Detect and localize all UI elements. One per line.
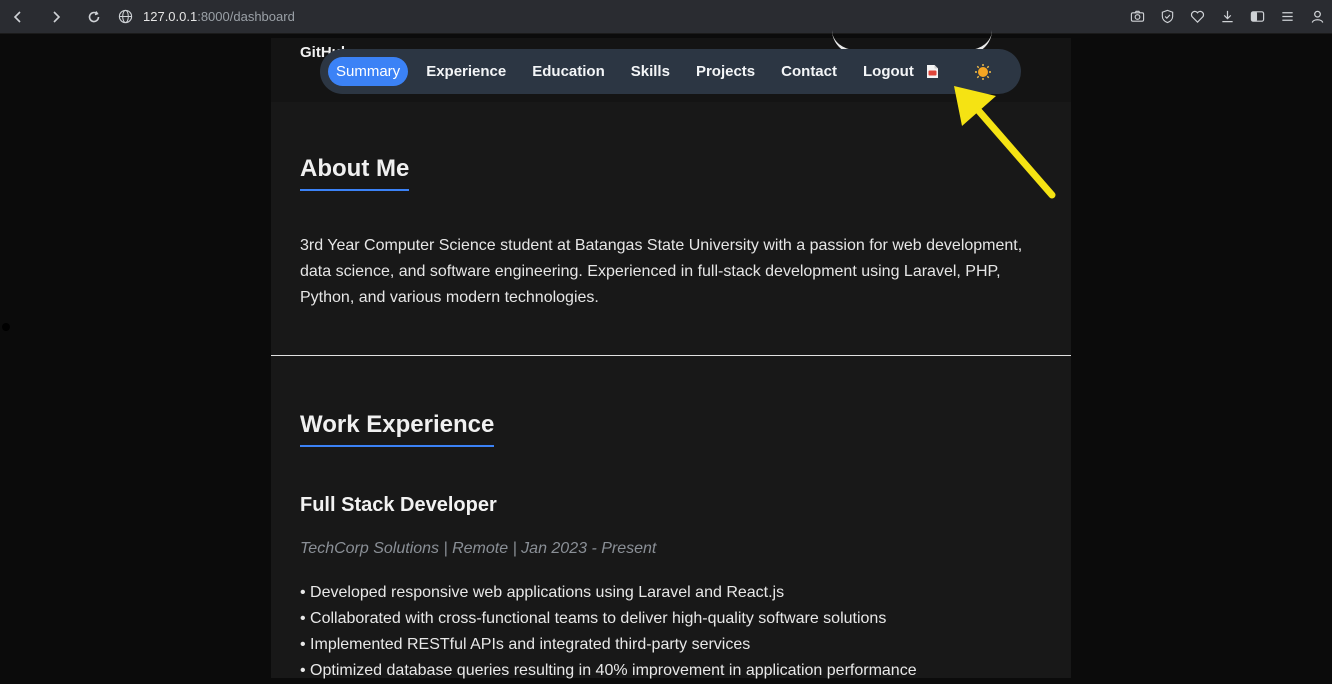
list-item: • Implemented RESTful APIs and integrate…: [300, 636, 751, 653]
main-nav: Summary Experience Education Skills Proj…: [320, 49, 1021, 94]
nav-logout[interactable]: Logout: [863, 63, 914, 80]
back-icon[interactable]: [6, 5, 30, 29]
job-bullets: • Developed responsive web applications …: [300, 580, 1060, 684]
sidebar-toggle-icon[interactable]: [1248, 8, 1266, 26]
nav-skills[interactable]: Skills: [631, 63, 670, 80]
about-text: 3rd Year Computer Science student at Bat…: [300, 237, 1023, 306]
browser-toolbar: 127.0.0.1:8000/dashboard: [0, 0, 1332, 34]
download-icon[interactable]: [1218, 8, 1236, 26]
cursor-dot: [2, 323, 10, 331]
reload-icon[interactable]: [82, 5, 106, 29]
section-divider: [271, 355, 1071, 356]
sun-icon[interactable]: [974, 63, 992, 81]
nav-summary[interactable]: Summary: [328, 57, 409, 86]
menu-icon[interactable]: [1278, 8, 1296, 26]
about-title: About Me: [300, 155, 410, 191]
address-bar[interactable]: 127.0.0.1:8000/dashboard: [143, 9, 295, 24]
list-item: • Optimized database queries resulting i…: [300, 662, 917, 679]
shield-icon[interactable]: [1158, 8, 1176, 26]
url-path: :8000/dashboard: [197, 9, 295, 24]
nav-projects[interactable]: Projects: [696, 63, 755, 80]
job-title: Full Stack Developer: [300, 494, 497, 516]
nav-contact[interactable]: Contact: [781, 63, 837, 80]
heart-icon[interactable]: [1188, 8, 1206, 26]
url-host: 127.0.0.1: [143, 9, 198, 24]
profile-icon[interactable]: [1308, 8, 1326, 26]
nav-education[interactable]: Education: [532, 63, 605, 80]
forward-icon[interactable]: [44, 5, 68, 29]
job-meta: TechCorp Solutions | Remote | Jan 2023 -…: [300, 540, 657, 557]
list-item: • Collaborated with cross-functional tea…: [300, 610, 887, 627]
experience-title: Work Experience: [300, 411, 495, 447]
list-item: • Developed responsive web applications …: [300, 584, 785, 601]
globe-icon: [118, 9, 133, 24]
document-icon[interactable]: [926, 64, 940, 80]
camera-icon[interactable]: [1128, 8, 1146, 26]
nav-experience[interactable]: Experience: [426, 63, 506, 80]
